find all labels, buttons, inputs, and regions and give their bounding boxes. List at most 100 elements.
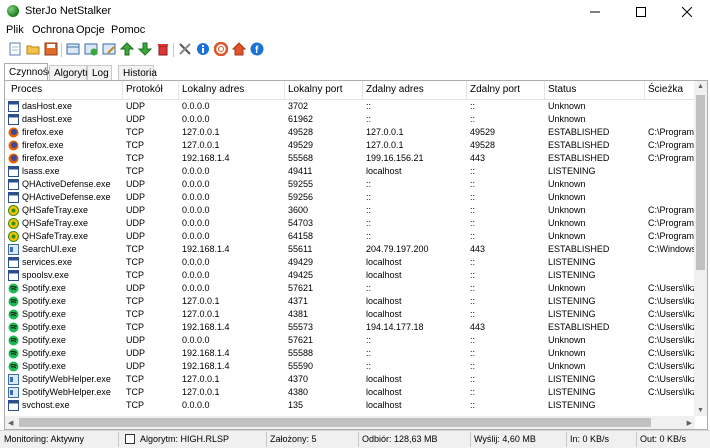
column-header-remote-address[interactable]: Zdalny adres bbox=[363, 81, 467, 99]
menu-pomoc[interactable]: Pomoc bbox=[111, 24, 145, 36]
table-row[interactable]: dasHost.exe UDP 0.0.0.0 61962:::: Unknown bbox=[5, 113, 695, 126]
cell-remote-address: localhost bbox=[366, 387, 402, 397]
table-row[interactable]: spoolsv.exe TCP 0.0.0.0 49425 localhost:: LIS… bbox=[5, 269, 695, 282]
scroll-up-icon[interactable]: ▲ bbox=[697, 83, 704, 90]
table-row[interactable]: svchost.exe TCP 0.0.0.0 135 localhost:: LISTE… bbox=[5, 399, 695, 412]
table-row[interactable]: Spotify.exe TCP 127.0.0.1 4381 localhost:: LI… bbox=[5, 308, 695, 321]
cell-remote-port: :: bbox=[470, 101, 476, 111]
cell-process: Spotify.exe bbox=[22, 283, 66, 293]
tab-czynnosc[interactable]: Czynność bbox=[4, 63, 53, 81]
column-header-path[interactable]: Ścieżka bbox=[645, 81, 695, 99]
table-row[interactable]: firefox.exe TCP 127.0.0.1 49528 127.0.0.1 495… bbox=[5, 126, 695, 139]
firefox-icon bbox=[8, 127, 19, 138]
algorithm-checkbox[interactable] bbox=[125, 434, 135, 444]
table-row[interactable]: services.exe TCP 0.0.0.0 49429 localhost:: LI… bbox=[5, 256, 695, 269]
cell-local-address: 127.0.0.1 bbox=[182, 374, 220, 384]
cell-local-address: 0.0.0.0 bbox=[182, 257, 210, 267]
home-icon[interactable] bbox=[231, 41, 247, 57]
delete-icon[interactable] bbox=[155, 41, 171, 57]
status-installed: Założony: 5 bbox=[270, 434, 317, 444]
vertical-scrollbar[interactable]: ▲ ▼ bbox=[694, 81, 707, 416]
cell-process: QHSafeTray.exe bbox=[22, 231, 89, 241]
cell-status: Unknown bbox=[548, 283, 586, 293]
connections-list[interactable]: Proces Protokół Lokalny adres Lokalny po… bbox=[4, 80, 708, 430]
cell-remote-port: 49528 bbox=[470, 140, 496, 150]
cell-status: ESTABLISHED bbox=[548, 140, 610, 150]
status-separator bbox=[266, 432, 267, 447]
cell-local-port: 61962 bbox=[288, 114, 314, 124]
cell-protocol: UDP bbox=[126, 361, 146, 371]
cell-protocol: UDP bbox=[126, 231, 146, 241]
table-row[interactable]: dasHost.exe UDP 0.0.0.0 3702:::: Unknown bbox=[5, 100, 695, 113]
cell-remote-port: :: bbox=[470, 335, 476, 345]
edit-icon[interactable] bbox=[101, 41, 117, 57]
tab-algorytm[interactable]: Algorytm bbox=[49, 65, 93, 80]
help-icon[interactable] bbox=[213, 41, 229, 57]
table-row[interactable]: Spotify.exe UDP 0.0.0.0 57621:::: Unknown C:\… bbox=[5, 282, 695, 295]
column-header-remote-port[interactable]: Zdalny port bbox=[467, 81, 545, 99]
column-header-protocol[interactable]: Protokół bbox=[123, 81, 179, 99]
menu-opcje[interactable]: Opcje bbox=[76, 24, 105, 36]
table-row[interactable]: firefox.exe TCP 192.168.1.4 55568 199.16.156… bbox=[5, 152, 695, 165]
scroll-down-icon[interactable]: ▼ bbox=[697, 407, 704, 414]
status-in: In: 0 KB/s bbox=[570, 434, 610, 444]
toolbar: f bbox=[0, 39, 710, 61]
cell-status: ESTABLISHED bbox=[548, 322, 610, 332]
cell-path: C:\Program F bbox=[648, 218, 695, 228]
save-icon[interactable] bbox=[43, 41, 59, 57]
list-rows: dasHost.exe UDP 0.0.0.0 3702:::: Unknown dasH… bbox=[5, 100, 695, 412]
scroll-right-icon[interactable]: ▶ bbox=[687, 419, 692, 427]
table-row[interactable]: QHSafeTray.exe UDP 0.0.0.0 64158:::: Unknown… bbox=[5, 230, 695, 243]
horizontal-scrollbar[interactable]: ◀ ▶ bbox=[5, 416, 695, 429]
table-row[interactable]: Spotify.exe UDP 192.168.1.4 55590:::: Unknow… bbox=[5, 360, 695, 373]
tools-icon[interactable] bbox=[177, 41, 193, 57]
menu-plik[interactable]: Plik bbox=[6, 24, 24, 36]
status-bar: Monitoring: Aktywny Algorytm: HIGH.RLSP … bbox=[0, 430, 710, 448]
column-header-process[interactable]: Proces bbox=[5, 81, 123, 99]
table-row[interactable]: Spotify.exe UDP 0.0.0.0 57621:::: Unknown C:\… bbox=[5, 334, 695, 347]
cell-status: Unknown bbox=[548, 361, 586, 371]
table-row[interactable]: firefox.exe TCP 127.0.0.1 49529 127.0.0.1 495… bbox=[5, 139, 695, 152]
column-header-status[interactable]: Status bbox=[545, 81, 645, 99]
cell-protocol: TCP bbox=[126, 322, 144, 332]
tab-historia[interactable]: Historia bbox=[118, 65, 157, 80]
table-row[interactable]: Spotify.exe TCP 127.0.0.1 4371 localhost:: LI… bbox=[5, 295, 695, 308]
column-header-local-port[interactable]: Lokalny port bbox=[285, 81, 363, 99]
cell-remote-address: localhost bbox=[366, 400, 402, 410]
scroll-left-icon[interactable]: ◀ bbox=[8, 419, 13, 427]
table-row[interactable]: SpotifyWebHelper.exe TCP 127.0.0.1 4370 loca… bbox=[5, 373, 695, 386]
horizontal-scroll-thumb[interactable] bbox=[19, 418, 651, 427]
menu-ochrona[interactable]: Ochrona bbox=[32, 24, 74, 36]
cell-process: Spotify.exe bbox=[22, 296, 66, 306]
maximize-button[interactable] bbox=[618, 0, 664, 23]
table-row[interactable]: QHSafeTray.exe UDP 0.0.0.0 3600:::: Unknown C… bbox=[5, 204, 695, 217]
cell-local-port: 59255 bbox=[288, 179, 314, 189]
view-icon[interactable] bbox=[65, 41, 81, 57]
move-down-icon[interactable] bbox=[137, 41, 153, 57]
table-row[interactable]: lsass.exe TCP 0.0.0.0 49411 localhost:: LISTE… bbox=[5, 165, 695, 178]
column-header-local-address[interactable]: Lokalny adres bbox=[179, 81, 285, 99]
cell-path: C:\Users\lkz bbox=[648, 348, 695, 358]
cell-local-address: 127.0.0.1 bbox=[182, 127, 220, 137]
cell-local-address: 0.0.0.0 bbox=[182, 179, 210, 189]
table-row[interactable]: QHSafeTray.exe UDP 0.0.0.0 54703:::: Unknown… bbox=[5, 217, 695, 230]
table-row[interactable]: QHActiveDefense.exe UDP 0.0.0.0 59255:::: Un… bbox=[5, 178, 695, 191]
facebook-icon[interactable]: f bbox=[249, 41, 265, 57]
table-row[interactable]: SearchUI.exe TCP 192.168.1.4 55611 204.79.19… bbox=[5, 243, 695, 256]
cell-protocol: TCP bbox=[126, 309, 144, 319]
add-icon[interactable] bbox=[83, 41, 99, 57]
open-icon[interactable] bbox=[25, 41, 41, 57]
cell-status: Unknown bbox=[548, 205, 586, 215]
tab-log[interactable]: Log bbox=[87, 65, 112, 80]
info-icon[interactable] bbox=[195, 41, 211, 57]
vertical-scroll-thumb[interactable] bbox=[696, 95, 705, 270]
new-icon[interactable] bbox=[7, 41, 23, 57]
status-separator bbox=[358, 432, 359, 447]
table-row[interactable]: SpotifyWebHelper.exe TCP 127.0.0.1 4380 loca… bbox=[5, 386, 695, 399]
close-button[interactable] bbox=[664, 0, 710, 23]
move-up-icon[interactable] bbox=[119, 41, 135, 57]
minimize-button[interactable] bbox=[572, 0, 618, 23]
table-row[interactable]: Spotify.exe UDP 192.168.1.4 55588:::: Unknow… bbox=[5, 347, 695, 360]
table-row[interactable]: Spotify.exe TCP 192.168.1.4 55573 194.14.177… bbox=[5, 321, 695, 334]
table-row[interactable]: QHActiveDefense.exe UDP 0.0.0.0 59256:::: Un… bbox=[5, 191, 695, 204]
